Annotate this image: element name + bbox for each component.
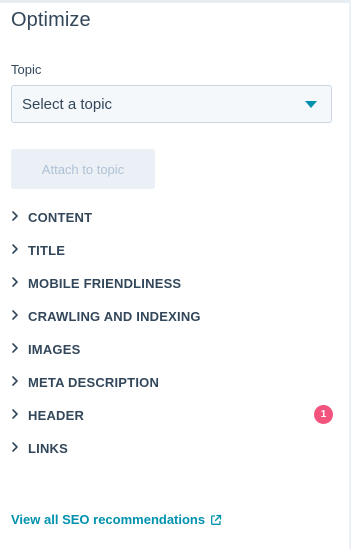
category-label: MOBILE FRIENDLINESS	[28, 276, 182, 291]
view-all-link-label: View all SEO recommendations	[11, 512, 206, 527]
category-label: TITLE	[28, 243, 66, 258]
category-item-title[interactable]: TITLE	[0, 234, 351, 267]
chevron-right-icon	[12, 211, 18, 221]
topic-select-value: Select a topic	[22, 95, 113, 113]
chevron-right-icon	[12, 310, 18, 320]
category-item-content[interactable]: CONTENT	[0, 201, 351, 234]
external-link-icon	[211, 514, 222, 525]
category-label: CONTENT	[28, 210, 93, 225]
category-label: LINKS	[28, 441, 68, 456]
category-label: META DESCRIPTION	[28, 375, 160, 390]
category-item-header[interactable]: HEADER 1	[0, 399, 351, 432]
recommendation-count-badge: 1	[314, 405, 333, 424]
category-item-mobile-friendliness[interactable]: MOBILE FRIENDLINESS	[0, 267, 351, 300]
category-label: IMAGES	[28, 342, 81, 357]
category-label: CRAWLING AND INDEXING	[28, 309, 201, 324]
category-item-links[interactable]: LINKS	[0, 432, 351, 465]
seo-category-list: CONTENT TITLE MOBILE FRIENDLINESS CRAWLI…	[0, 201, 351, 465]
category-item-meta-description[interactable]: META DESCRIPTION	[0, 366, 351, 399]
chevron-right-icon	[12, 343, 18, 353]
chevron-right-icon	[12, 442, 18, 452]
chevron-right-icon	[12, 277, 18, 287]
chevron-right-icon	[12, 409, 18, 419]
caret-down-icon	[305, 101, 317, 108]
category-label: HEADER	[28, 408, 85, 423]
chevron-right-icon	[12, 376, 18, 386]
chevron-right-icon	[12, 244, 18, 254]
view-all-seo-recommendations-link[interactable]: View all SEO recommendations	[11, 512, 222, 527]
topic-select[interactable]: Select a topic	[11, 85, 332, 123]
topic-label: Topic	[11, 62, 42, 77]
panel-title: Optimize	[11, 9, 91, 31]
attach-to-topic-button[interactable]: Attach to topic	[11, 149, 155, 189]
category-item-crawling-and-indexing[interactable]: CRAWLING AND INDEXING	[0, 300, 351, 333]
panel-top-border	[0, 0, 351, 3]
category-item-images[interactable]: IMAGES	[0, 333, 351, 366]
